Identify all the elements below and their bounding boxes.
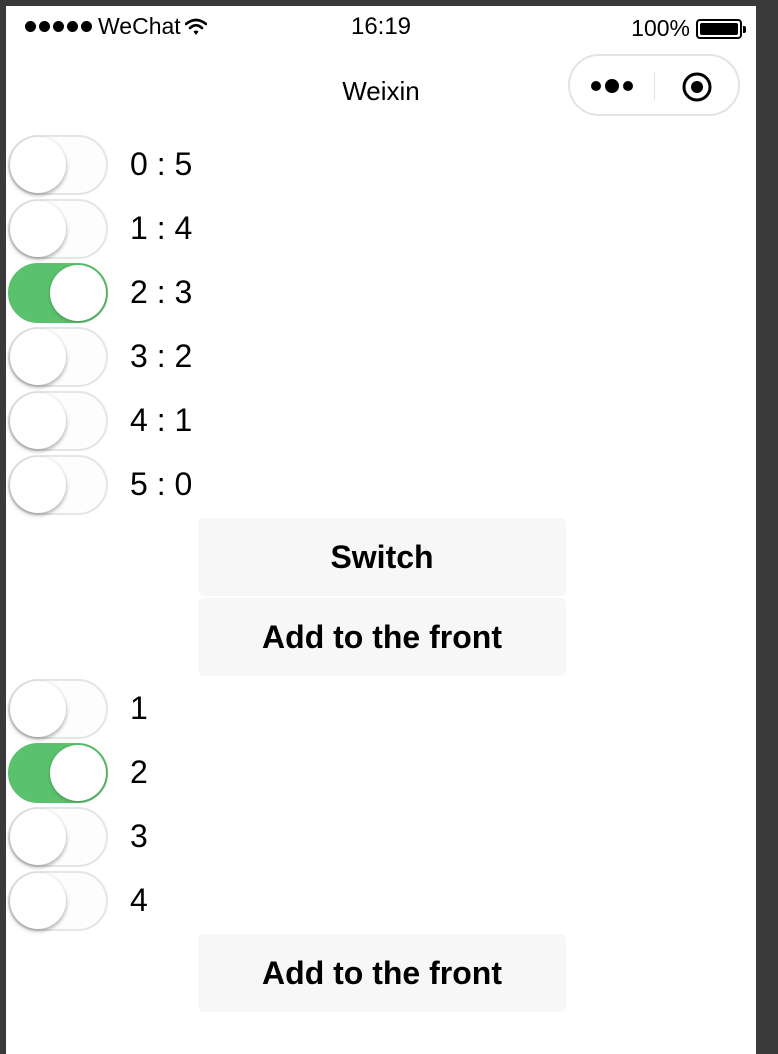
capsule-divider	[654, 72, 655, 100]
close-miniprogram-icon[interactable]	[682, 72, 712, 102]
item-label: 1	[130, 690, 148, 726]
item-label: 1 : 4	[130, 210, 193, 246]
toggle-switch[interactable]	[8, 135, 108, 195]
phone-screen: WeChat 16:19 100% Weixin 0: 5 1: 4 2:…	[6, 6, 756, 1054]
list1-item: 1 : 4	[6, 198, 756, 262]
status-bar: WeChat 16:19 100%	[6, 6, 756, 46]
list1-item: 2 : 3	[6, 262, 756, 326]
nav-bar: Weixin	[6, 46, 756, 134]
list2-item: 1	[6, 678, 756, 742]
toggle-knob	[10, 809, 66, 865]
toggle-switch[interactable]	[8, 391, 108, 451]
toggle-knob	[10, 681, 66, 737]
list1-item: 3 : 2	[6, 326, 756, 390]
battery-percent: 100%	[631, 15, 690, 41]
list2-item: 2	[6, 742, 756, 806]
toggle-switch[interactable]	[8, 263, 108, 323]
toggle-knob	[10, 873, 66, 929]
toggle-knob	[10, 329, 66, 385]
item-label: 2	[130, 754, 148, 790]
list1-item: 0 : 5	[6, 134, 756, 198]
battery-icon	[696, 18, 746, 39]
toggle-switch[interactable]	[8, 455, 108, 515]
toggle-knob	[10, 393, 66, 449]
toggle-switch[interactable]	[8, 199, 108, 259]
item-label: 3 : 2	[130, 338, 193, 374]
list2-item: 3	[6, 806, 756, 870]
item-label: 5 : 0	[130, 466, 193, 502]
toggle-switch[interactable]	[8, 679, 108, 739]
toggle-switch[interactable]	[8, 807, 108, 867]
toggle-knob	[10, 201, 66, 257]
toggle-knob	[10, 137, 66, 193]
toggle-switch[interactable]	[8, 327, 108, 387]
add-to-front-button[interactable]: Add to the front	[198, 934, 566, 1012]
item-label: 4 : 1	[130, 402, 193, 438]
list2-item: 4	[6, 870, 756, 934]
item-label: 2 : 3	[130, 274, 193, 310]
list1-item: 5 : 0	[6, 454, 756, 518]
item-label: 0 : 5	[130, 146, 193, 182]
add-to-front-button[interactable]: Add to the front	[198, 598, 566, 676]
toggle-knob	[10, 457, 66, 513]
toggle-switch[interactable]	[8, 871, 108, 931]
item-label: 3	[130, 818, 148, 854]
toggle-knob	[50, 745, 106, 801]
item-label: 4	[130, 882, 148, 918]
more-icon[interactable]	[590, 78, 638, 94]
menu-capsule	[568, 54, 740, 116]
switch-button[interactable]: Switch	[198, 518, 566, 596]
list1-item: 4 : 1	[6, 390, 756, 454]
toggle-switch[interactable]	[8, 743, 108, 803]
toggle-knob	[50, 265, 106, 321]
status-right: 100%	[631, 15, 746, 42]
